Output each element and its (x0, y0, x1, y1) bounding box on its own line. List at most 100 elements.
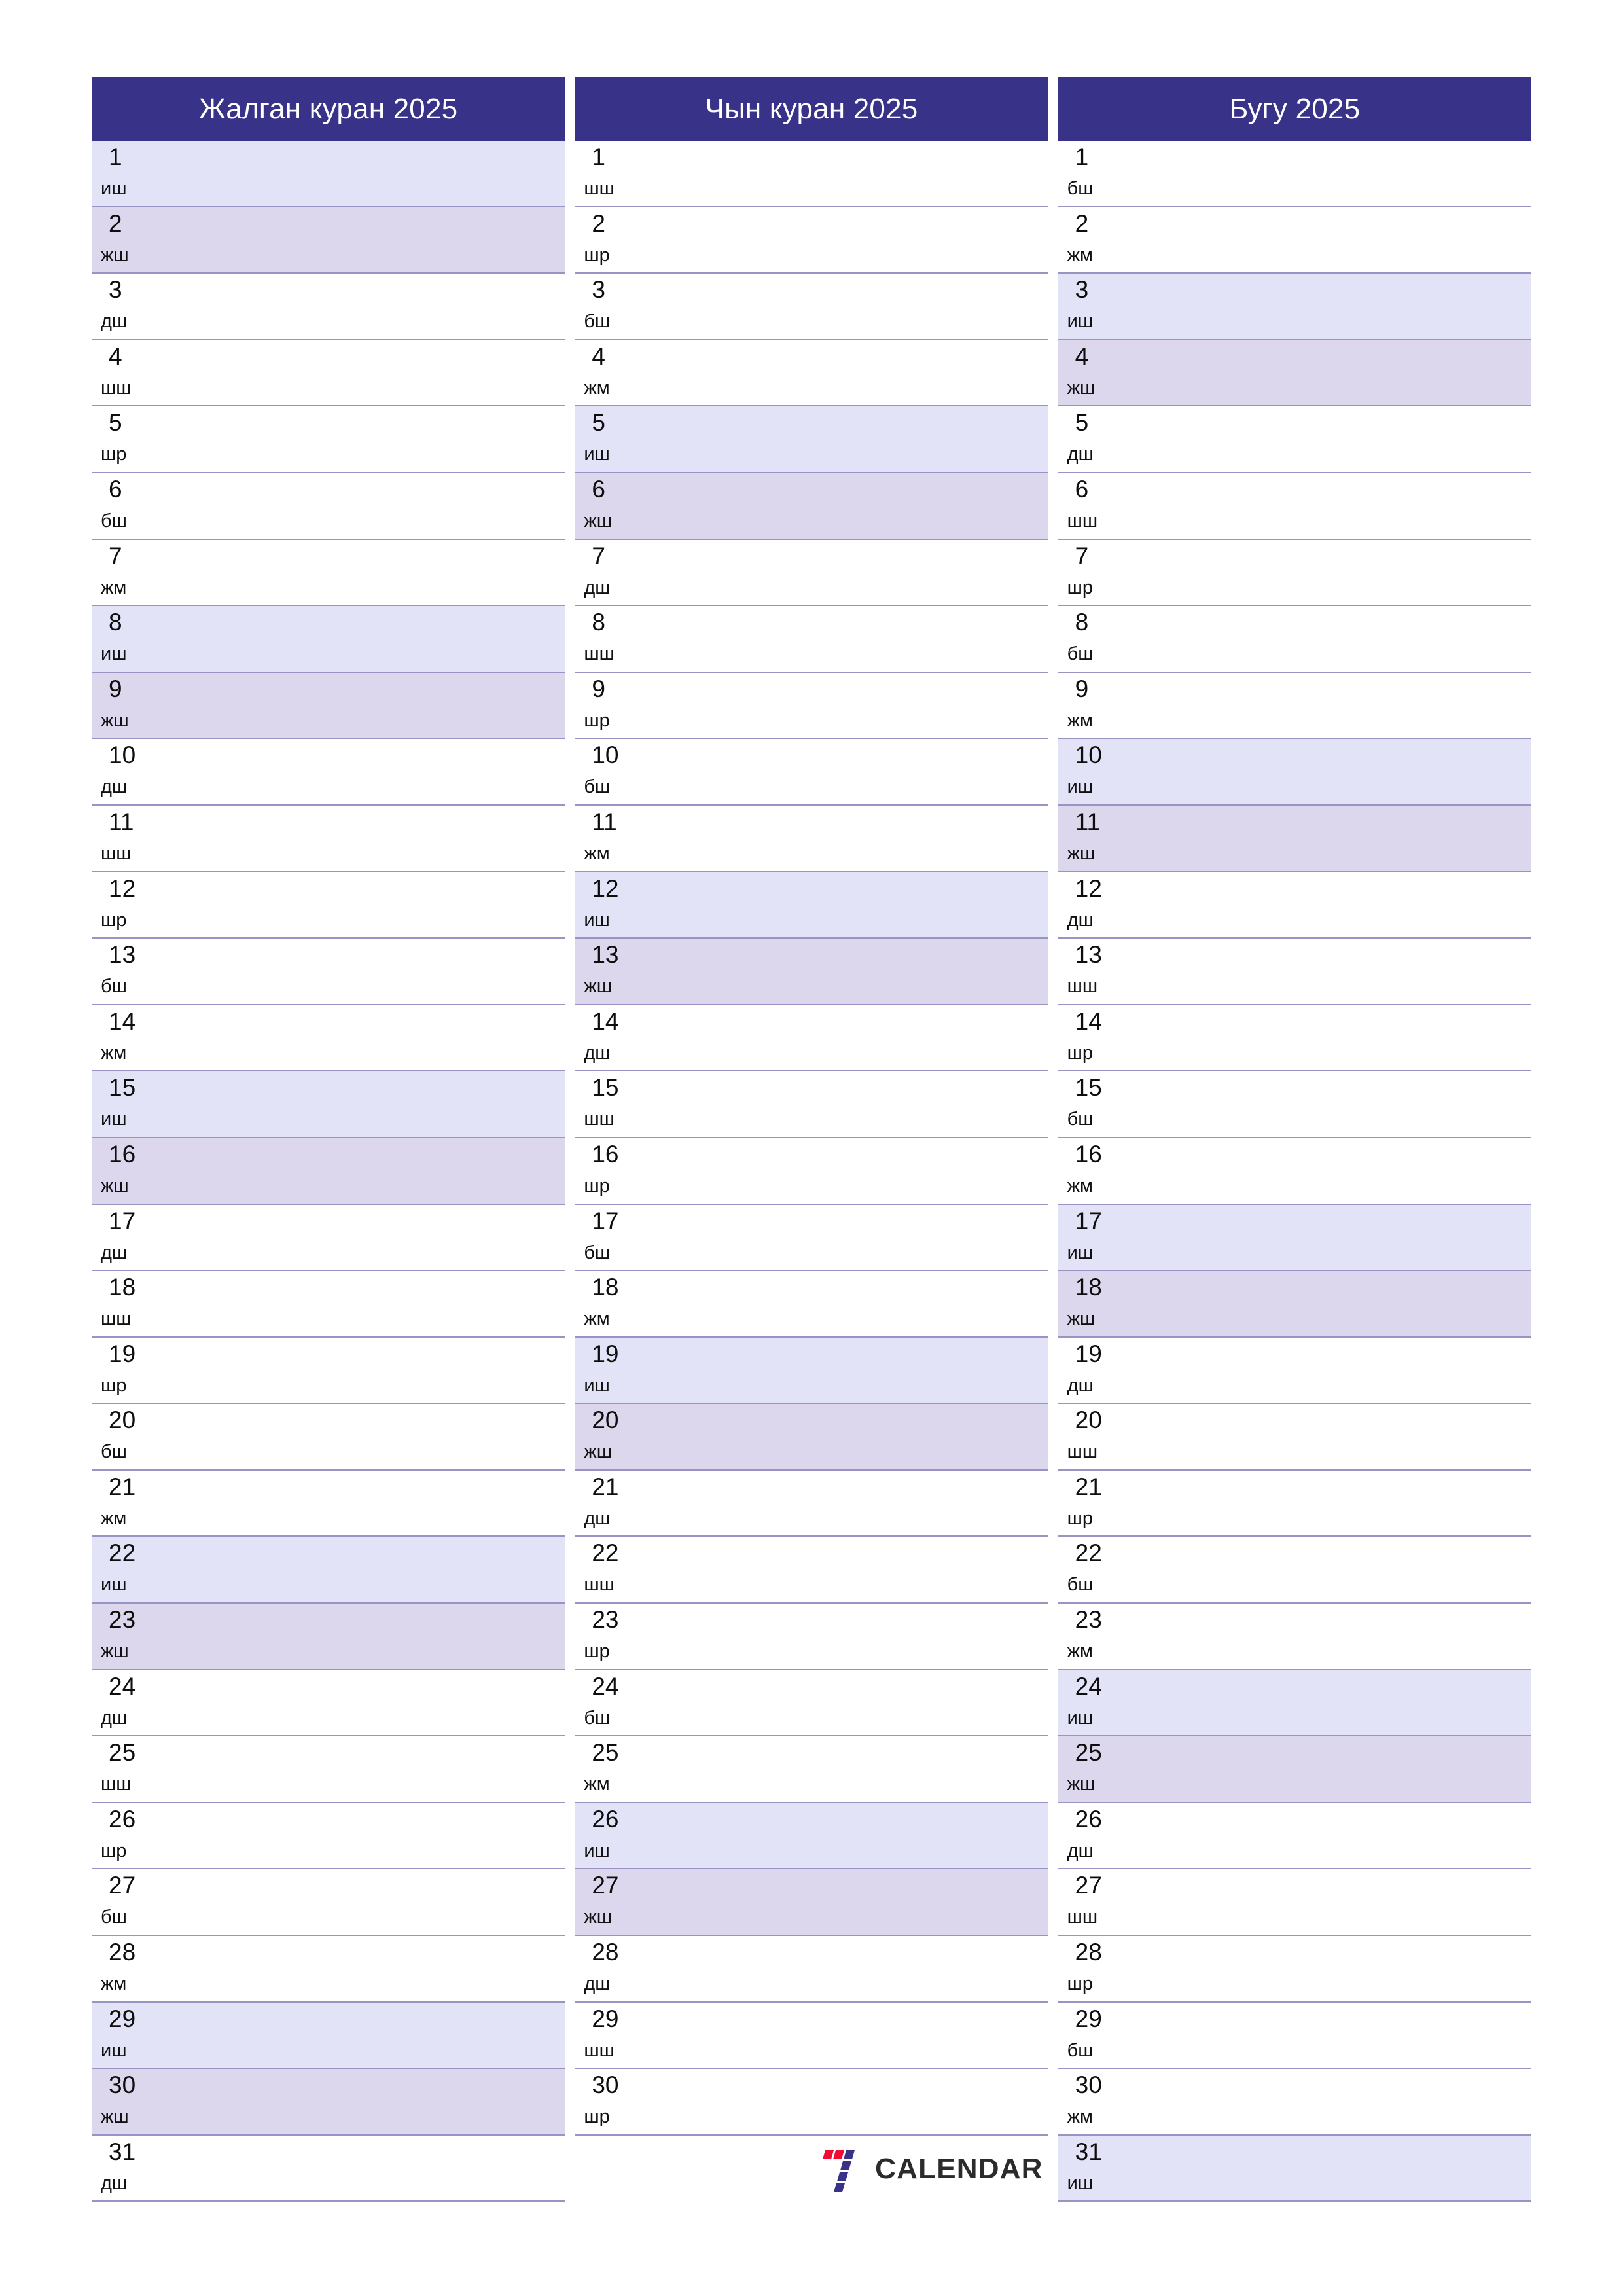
day-row[interactable]: 30 жм (1058, 2069, 1531, 2136)
day-row[interactable]: 26 шр (92, 1803, 565, 1870)
day-row[interactable]: 7 дш (575, 539, 1048, 607)
day-row[interactable]: 15 шш (575, 1071, 1048, 1138)
day-row[interactable]: 7 жм (92, 539, 565, 607)
day-row[interactable]: 9 жш (92, 672, 565, 740)
day-row[interactable]: 20 жш (575, 1404, 1048, 1471)
day-row[interactable]: 3 дш (92, 274, 565, 340)
day-row[interactable]: 2 жм (1058, 207, 1531, 274)
day-row[interactable]: 15 бш (1058, 1071, 1531, 1138)
day-row[interactable]: 5 дш (1058, 406, 1531, 473)
day-row[interactable]: 8 иш (92, 606, 565, 673)
day-row[interactable]: 17 иш (1058, 1204, 1531, 1272)
day-row[interactable]: 13 бш (92, 939, 565, 1005)
day-row[interactable]: 20 бш (92, 1404, 565, 1471)
day-row[interactable]: 23 шр (575, 1604, 1048, 1670)
day-row[interactable]: 31 дш (92, 2135, 565, 2202)
day-row[interactable]: 7 шр (1058, 539, 1531, 607)
day-row[interactable]: 13 шш (1058, 939, 1531, 1005)
day-row[interactable]: 28 дш (575, 1936, 1048, 2003)
day-number: 2 (109, 209, 122, 237)
month-header: Бугу 2025 (1058, 77, 1531, 141)
day-row[interactable]: 26 дш (1058, 1803, 1531, 1870)
day-number: 13 (109, 941, 136, 969)
day-row[interactable]: 19 иш (575, 1337, 1048, 1405)
day-row[interactable]: 22 иш (92, 1537, 565, 1604)
day-row[interactable]: 12 иш (575, 872, 1048, 939)
day-row[interactable]: 13 жш (575, 939, 1048, 1005)
day-row[interactable]: 29 шш (575, 2002, 1048, 2070)
day-row[interactable]: 21 дш (575, 1470, 1048, 1537)
day-row[interactable]: 6 шш (1058, 473, 1531, 540)
day-row[interactable]: 5 шр (92, 406, 565, 473)
day-row[interactable]: 10 дш (92, 739, 565, 806)
day-row[interactable]: 16 жш (92, 1138, 565, 1205)
day-row[interactable]: 11 шш (92, 805, 565, 872)
day-row[interactable]: 1 бш (1058, 141, 1531, 207)
day-row[interactable]: 14 шр (1058, 1005, 1531, 1072)
day-row[interactable]: 6 бш (92, 473, 565, 540)
day-row[interactable]: 26 иш (575, 1803, 1048, 1870)
day-row[interactable]: 23 жш (92, 1604, 565, 1670)
day-row[interactable]: 9 жм (1058, 672, 1531, 740)
day-row[interactable]: 10 иш (1058, 739, 1531, 806)
day-row[interactable]: 3 иш (1058, 274, 1531, 340)
day-row[interactable]: 29 иш (92, 2002, 565, 2070)
day-row[interactable]: 27 шш (1058, 1869, 1531, 1937)
day-row[interactable]: 19 шр (92, 1337, 565, 1405)
day-row[interactable]: 4 жш (1058, 340, 1531, 407)
day-row[interactable]: 9 шр (575, 672, 1048, 740)
day-row[interactable]: 6 жш (575, 473, 1048, 540)
day-row[interactable]: 29 бш (1058, 2002, 1531, 2070)
month-column: Жалган куран 2025 1 иш 2 жш 3 дш 4 шш 5 шр 6 бш 7 жм 8 и… (92, 77, 565, 2217)
day-row[interactable]: 18 шш (92, 1271, 565, 1338)
day-row[interactable]: 31 иш (1058, 2135, 1531, 2202)
day-row[interactable]: 3 бш (575, 274, 1048, 340)
day-row[interactable]: 24 дш (92, 1670, 565, 1737)
day-row[interactable]: 11 жш (1058, 805, 1531, 872)
day-row[interactable]: 4 жм (575, 340, 1048, 407)
day-row[interactable]: 25 шш (92, 1736, 565, 1803)
day-row[interactable]: 12 дш (1058, 872, 1531, 939)
day-row[interactable]: 2 шр (575, 207, 1048, 274)
day-row[interactable]: 22 шш (575, 1537, 1048, 1604)
day-row[interactable]: 8 бш (1058, 606, 1531, 673)
day-row[interactable]: 18 жм (575, 1271, 1048, 1338)
day-row[interactable]: 27 жш (575, 1869, 1048, 1937)
day-row[interactable]: 1 иш (92, 141, 565, 207)
day-row[interactable]: 10 бш (575, 739, 1048, 806)
day-row[interactable]: 21 жм (92, 1470, 565, 1537)
day-row[interactable]: 25 жм (575, 1736, 1048, 1803)
day-row[interactable]: 11 жм (575, 805, 1048, 872)
day-weekday-abbr: шш (101, 1774, 132, 1795)
day-row[interactable]: 24 иш (1058, 1670, 1531, 1737)
day-row[interactable]: 12 шр (92, 872, 565, 939)
day-number: 1 (109, 143, 122, 170)
day-row[interactable]: 24 бш (575, 1670, 1048, 1737)
day-row[interactable]: 28 жм (92, 1936, 565, 2003)
day-row[interactable]: 19 дш (1058, 1337, 1531, 1405)
day-row[interactable]: 15 иш (92, 1071, 565, 1138)
day-row[interactable]: 30 жш (92, 2069, 565, 2136)
day-number: 31 (1075, 2138, 1102, 2165)
day-row[interactable]: 18 жш (1058, 1271, 1531, 1338)
day-row[interactable]: 8 шш (575, 606, 1048, 673)
day-row[interactable]: 4 шш (92, 340, 565, 407)
day-row[interactable]: 16 жм (1058, 1138, 1531, 1205)
day-row[interactable]: 1 шш (575, 141, 1048, 207)
day-row[interactable]: 22 бш (1058, 1537, 1531, 1604)
day-row[interactable]: 14 жм (92, 1005, 565, 1072)
day-row[interactable]: 5 иш (575, 406, 1048, 473)
day-row[interactable]: 30 шр (575, 2069, 1048, 2136)
day-row[interactable]: 20 шш (1058, 1404, 1531, 1471)
day-row[interactable]: 27 бш (92, 1869, 565, 1937)
day-row[interactable]: 17 дш (92, 1204, 565, 1272)
day-row[interactable]: 14 дш (575, 1005, 1048, 1072)
day-row[interactable]: 25 жш (1058, 1736, 1531, 1803)
day-row[interactable]: 28 шр (1058, 1936, 1531, 2003)
day-row[interactable]: 16 шр (575, 1138, 1048, 1205)
day-row[interactable]: 23 жм (1058, 1604, 1531, 1670)
day-row[interactable]: 21 шр (1058, 1470, 1531, 1537)
day-weekday-abbr: шш (584, 2039, 615, 2061)
day-row[interactable]: 2 жш (92, 207, 565, 274)
day-row[interactable]: 17 бш (575, 1204, 1048, 1272)
